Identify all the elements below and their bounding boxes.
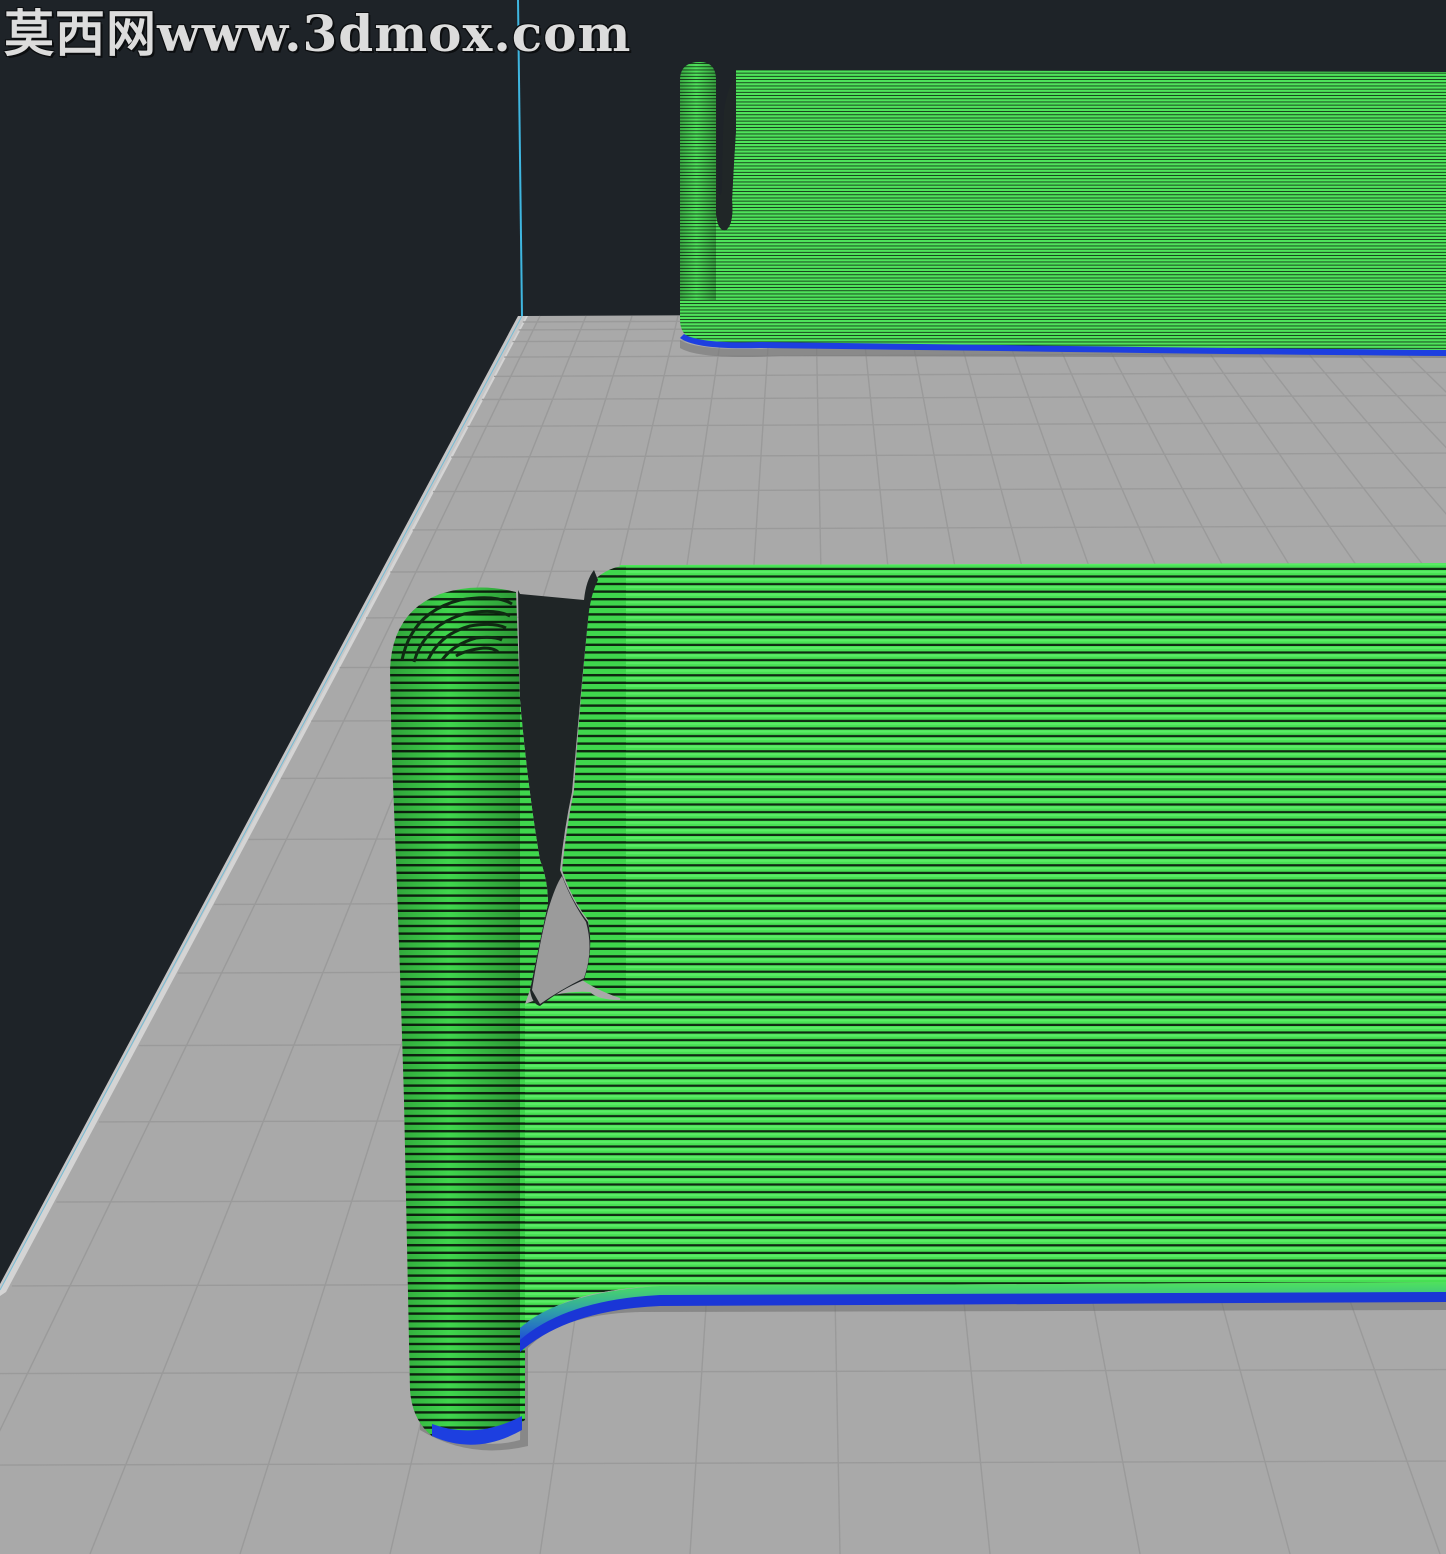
scene-canvas — [0, 0, 1446, 1554]
back-print-object — [680, 62, 1446, 358]
watermark-text: 莫西网www.3dmox.com — [4, 4, 632, 63]
3d-viewport[interactable]: 莫西网www.3dmox.com — [0, 0, 1446, 1554]
